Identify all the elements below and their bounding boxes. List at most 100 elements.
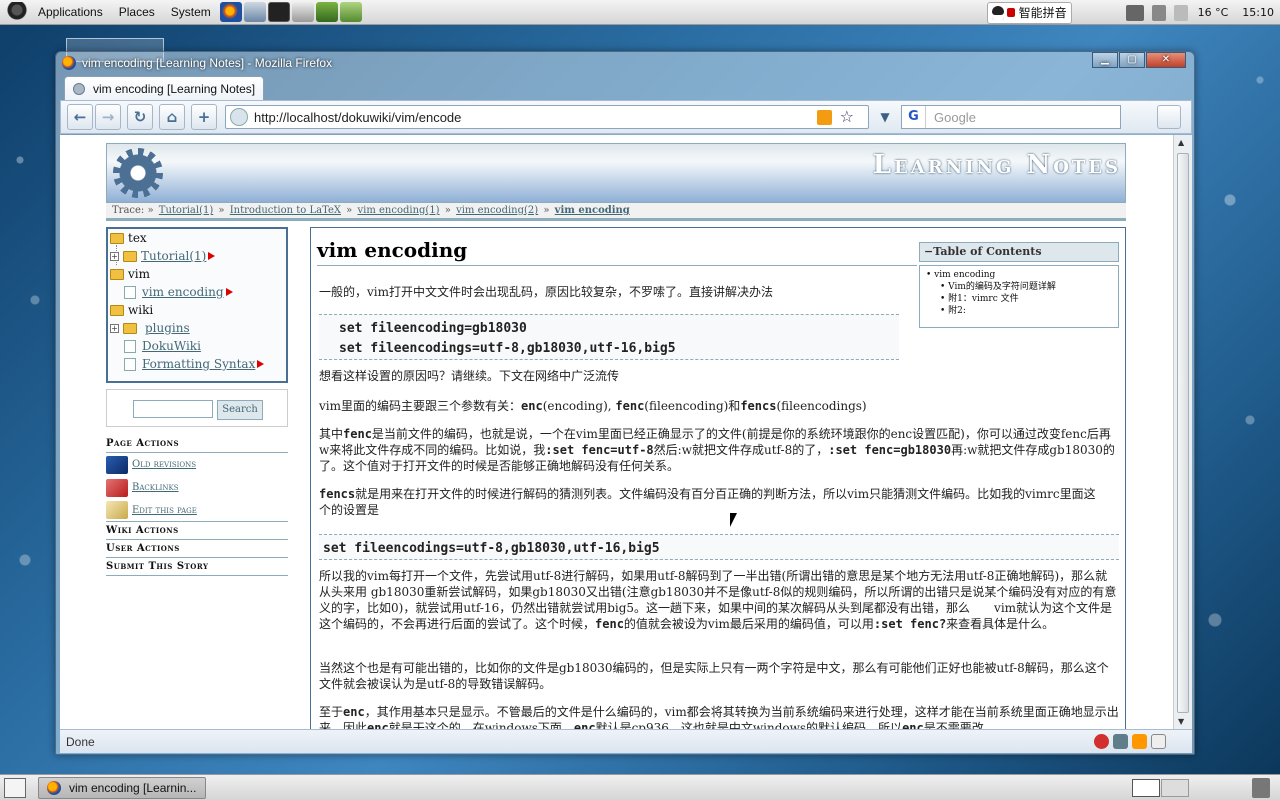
tree-link[interactable]: vim encoding — [142, 285, 224, 299]
bookmark-star-icon[interactable]: ☆ — [840, 107, 854, 126]
expand-icon[interactable]: + — [110, 323, 119, 333]
url-dropdown-icon[interactable]: ▼ — [873, 105, 897, 129]
window-buttons: ▁ ▢ ✕ — [1091, 52, 1186, 68]
user-actions-heading[interactable]: User Actions — [106, 540, 288, 558]
backlinks-action[interactable]: Backlinks — [106, 476, 288, 499]
folder-open-icon — [110, 232, 124, 244]
book-launcher-icon[interactable] — [315, 2, 338, 22]
minimize-button[interactable]: ▁ — [1092, 52, 1118, 68]
volume-icon[interactable] — [1151, 4, 1166, 21]
home-button[interactable]: ⌂ — [159, 104, 185, 130]
tree-link[interactable]: Formatting Syntax — [142, 357, 255, 371]
workspace-1[interactable] — [1132, 779, 1160, 797]
network-status-icon[interactable] — [1125, 4, 1144, 21]
firefox-window: vim encoding [Learning Notes] - Mozilla … — [55, 51, 1195, 755]
maximize-button[interactable]: ▢ — [1119, 52, 1145, 68]
scroll-down-icon[interactable]: ▼ — [1178, 717, 1184, 726]
site-title[interactable]: Learning Notes — [873, 150, 1121, 180]
bug-icon[interactable] — [1113, 734, 1128, 749]
adblock-icon[interactable] — [1094, 734, 1109, 749]
code-line: set fileencodings=utf-8,gb18030,utf-16,b… — [339, 341, 676, 356]
tree-item-vim-encoding[interactable]: vim encoding — [124, 283, 233, 301]
close-button[interactable]: ✕ — [1146, 52, 1186, 68]
wiki-actions-heading[interactable]: Wiki Actions — [106, 522, 288, 540]
system-menu[interactable]: System — [163, 0, 219, 25]
breadcrumb-link[interactable]: vim encoding(1) — [357, 205, 439, 216]
breadcrumb-link[interactable]: vim encoding(2) — [456, 205, 538, 216]
clock[interactable]: 15:10 — [1242, 6, 1274, 19]
toc-title: Table of Contents — [933, 245, 1042, 258]
new-tab-button[interactable]: + — [191, 104, 217, 130]
tab-vim-encoding[interactable]: vim encoding [Learning Notes] — [64, 76, 264, 100]
edit-link[interactable]: Edit this page — [132, 505, 197, 516]
tree-link[interactable]: Tutorial(1) — [141, 249, 206, 263]
window-titlebar[interactable]: vim encoding [Learning Notes] - Mozilla … — [56, 52, 1194, 74]
toc-item[interactable]: • 附1：vimrc 文件 — [926, 293, 1112, 305]
ime-indicator[interactable]: 智能拼音 — [986, 1, 1072, 24]
gear-logo-icon[interactable] — [113, 148, 163, 198]
old-revisions-action[interactable]: Old revisions — [106, 453, 288, 476]
scrollbar-thumb[interactable] — [1177, 153, 1189, 713]
taskbar-firefox-button[interactable]: vim encoding [Learnin... — [38, 777, 206, 799]
tree-link[interactable]: plugins — [145, 321, 190, 335]
site-identity-icon[interactable] — [230, 108, 248, 126]
firefox-icon — [62, 56, 76, 70]
applications-menu[interactable]: Applications — [30, 0, 111, 25]
tree-link[interactable]: DokuWiki — [142, 339, 201, 353]
bookmarks-button[interactable] — [1157, 105, 1181, 129]
paragraph-enc: 至于enc，其作用基本只是显示。不管最后的文件是什么编码的，vim都会将其转换为… — [319, 705, 1119, 729]
tree-item-tutorial[interactable]: + Tutorial(1) — [110, 247, 216, 265]
expand-icon[interactable]: + — [110, 251, 119, 261]
rss-feed-icon[interactable] — [817, 110, 832, 125]
backlinks-link[interactable]: Backlinks — [132, 482, 179, 493]
mouse-cursor-icon — [730, 513, 737, 527]
old-revisions-link[interactable]: Old revisions — [132, 459, 196, 470]
toc-header[interactable]: −Table of Contents — [919, 242, 1119, 262]
google-icon[interactable]: G — [902, 106, 926, 128]
trash-icon[interactable] — [1252, 778, 1270, 798]
breadcrumb-current[interactable]: vim encoding — [555, 205, 630, 216]
firefox-launcher-icon[interactable] — [219, 2, 242, 22]
terminal-launcher-icon[interactable] — [267, 2, 290, 22]
search-bar[interactable]: G Google — [901, 105, 1121, 129]
toc-item[interactable]: • Vim的编码及字符问题详解 — [926, 281, 1112, 293]
status-bar: Done — [60, 729, 1192, 753]
back-button[interactable]: ← — [67, 104, 93, 130]
tree-item-vim[interactable]: vim — [110, 265, 150, 283]
tree-item-tex[interactable]: tex — [110, 229, 147, 247]
temperature[interactable]: 16 °C — [1198, 6, 1229, 19]
wiki-search-input[interactable] — [133, 400, 213, 418]
submit-story-heading[interactable]: Submit This Story — [106, 558, 288, 576]
weather-icon[interactable] — [1173, 4, 1188, 21]
paragraph-why: 想看这样设置的原因吗？请继续。下文在网络中广泛流传 — [319, 369, 620, 383]
fox-icon[interactable] — [1132, 734, 1147, 749]
toc-item[interactable]: • 附2: — [926, 305, 1112, 317]
vertical-scrollbar[interactable]: ▲ ▼ — [1173, 135, 1192, 729]
breadcrumb-link[interactable]: Tutorial(1) — [159, 205, 213, 216]
url-bar[interactable]: http://localhost/dokuwiki/vim/encode ☆ — [225, 105, 869, 129]
lock-icon — [1006, 8, 1015, 17]
editor-launcher-icon[interactable] — [339, 2, 362, 22]
history-icon — [106, 455, 128, 474]
toc-item[interactable]: • vim encoding — [926, 269, 1112, 281]
scroll-up-icon[interactable]: ▲ — [1178, 138, 1184, 147]
tree-item-plugins[interactable]: + plugins — [110, 319, 190, 337]
network-launcher-icon[interactable] — [243, 2, 266, 22]
notes-icon[interactable] — [1151, 734, 1166, 749]
tree-item-dokuwiki[interactable]: DokuWiki — [124, 337, 201, 355]
show-desktop-button[interactable] — [4, 778, 26, 798]
edit-action[interactable]: Edit this page — [106, 499, 288, 522]
wiki-search-button[interactable]: Search — [217, 400, 263, 420]
breadcrumb-link[interactable]: Introduction to LaTeX — [230, 205, 341, 216]
page-icon — [124, 339, 136, 353]
reload-button[interactable]: ↻ — [127, 104, 153, 130]
tab-strip: vim encoding [Learning Notes] — [64, 76, 1188, 100]
workspace-2[interactable] — [1161, 779, 1189, 797]
toc-toggle[interactable]: − — [924, 245, 933, 258]
gnome-foot-icon[interactable] — [6, 2, 28, 22]
forward-button[interactable]: → — [95, 104, 121, 130]
tree-item-wiki[interactable]: wiki — [110, 301, 153, 319]
gvim-launcher-icon[interactable] — [291, 2, 314, 22]
places-menu[interactable]: Places — [111, 0, 163, 25]
tree-item-formatting-syntax[interactable]: Formatting Syntax — [124, 355, 265, 373]
